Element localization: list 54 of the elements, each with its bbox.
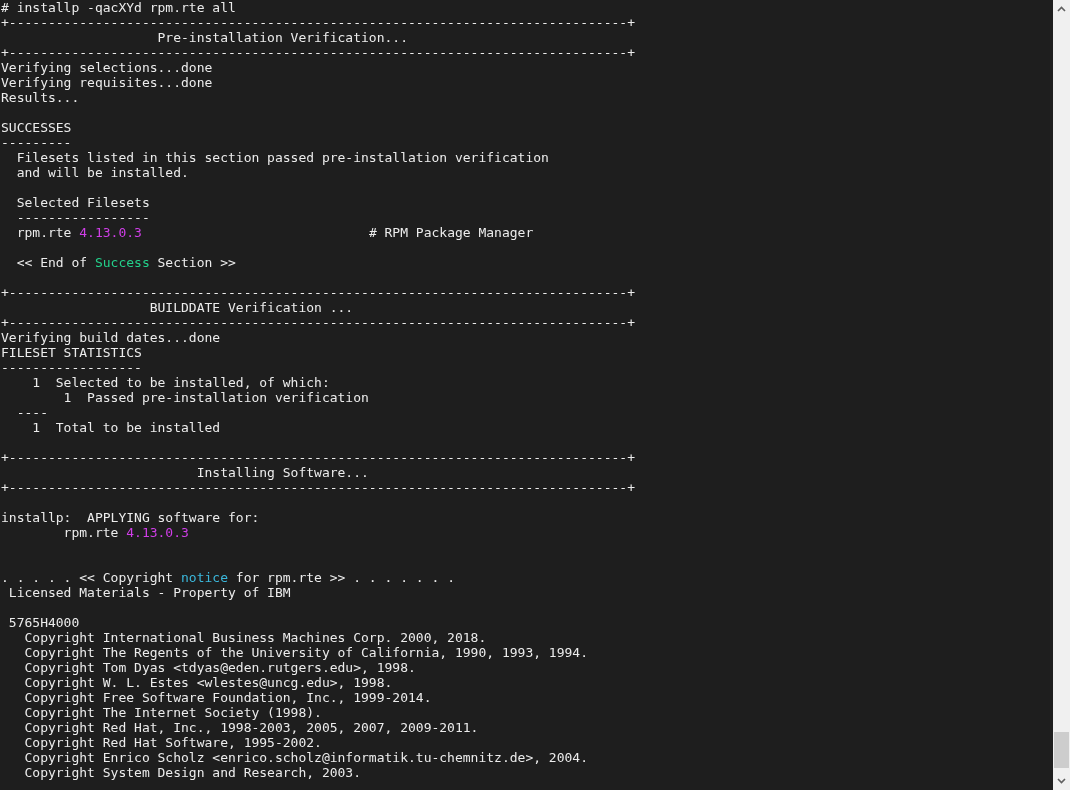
scrollbar[interactable] bbox=[1053, 0, 1070, 790]
terminal-text: +-------------------------------------------------------------------------------+ bbox=[1, 315, 635, 330]
terminal-text: Copyright Red Hat, Inc., 1998-2003, 2005, 2007, 2009-2011. bbox=[23, 720, 479, 735]
terminal-text: Copyright W. L. Estes <wlestes@uncg.edu>, 1998. bbox=[23, 675, 393, 690]
terminal-text: Verifying build dates...done bbox=[1, 330, 221, 345]
terminal-text: ---- bbox=[15, 405, 48, 420]
terminal-text: +-------------------------------------------------------------------------------+ bbox=[1, 480, 635, 495]
terminal-text: 4.13.0.3 bbox=[126, 525, 189, 540]
terminal-text: . . . . . << Copyright bbox=[1, 570, 175, 585]
terminal-text: Filesets listed in this section passed pre-installation verification bbox=[15, 150, 549, 165]
terminal-text: Selected Filesets bbox=[15, 195, 150, 210]
terminal-text: Copyright Free Software Foundation, Inc., 1999-2014. bbox=[23, 690, 432, 705]
terminal-text: # RPM Package Manager bbox=[367, 225, 534, 240]
terminal-text: +-------------------------------------------------------------------------------+ bbox=[1, 15, 635, 30]
terminal-text: 1 Selected to be installed, of which: bbox=[31, 375, 330, 390]
terminal-text: Licensed Materials - Property of IBM bbox=[7, 585, 291, 600]
scroll-down-icon[interactable] bbox=[1057, 778, 1066, 784]
terminal-text: Section >> bbox=[156, 255, 236, 270]
terminal-text: Copyright The Regents of the University of California, 1990, 1993, 1994. bbox=[23, 645, 588, 660]
terminal-text: FILESET STATISTICS bbox=[1, 345, 142, 360]
terminal-text: +-------------------------------------------------------------------------------+ bbox=[1, 450, 635, 465]
scrollbar-thumb[interactable] bbox=[1054, 732, 1069, 768]
terminal-text: SUCCESSES bbox=[1, 120, 72, 135]
terminal-text: --------- bbox=[1, 135, 72, 150]
terminal-text: 5765H4000 bbox=[7, 615, 80, 630]
terminal-text: +-------------------------------------------------------------------------------+ bbox=[1, 285, 635, 300]
terminal-text: << End of bbox=[15, 255, 89, 270]
terminal-text: Copyright Tom Dyas <tdyas@eden.rutgers.edu>, 1998. bbox=[23, 660, 416, 675]
terminal-text: Installing Software... bbox=[195, 465, 369, 480]
terminal-text: installp: APPLYING software for: bbox=[1, 510, 260, 525]
terminal-text: Pre-installation Verification... bbox=[156, 30, 408, 45]
terminal-text: # installp -qacXYd rpm.rte all bbox=[1, 0, 236, 15]
terminal-text: BUILDDATE Verification ... bbox=[148, 300, 354, 315]
terminal-text: ----------------- bbox=[15, 210, 150, 225]
terminal-text: Copyright Enrico Scholz <enrico.scholz@informatik.tu-chemnitz.de>, 2004. bbox=[23, 750, 588, 765]
terminal-text: 1 Total to be installed bbox=[31, 420, 221, 435]
terminal-text: Success bbox=[94, 255, 150, 270]
terminal-text: notice bbox=[181, 570, 228, 585]
terminal-text: ------------------ bbox=[1, 360, 142, 375]
terminal-text: rpm.rte bbox=[15, 225, 73, 240]
terminal-text: Verifying selections...done bbox=[1, 60, 213, 75]
terminal-text: 1 Passed pre-installation verification bbox=[62, 390, 369, 405]
terminal-text: Results... bbox=[1, 90, 80, 105]
terminal-text: for rpm.rte >> . . . . . . . bbox=[234, 570, 455, 585]
terminal-text: and will be installed. bbox=[15, 165, 189, 180]
terminal-text: Copyright System Design and Research, 2003. bbox=[23, 765, 362, 780]
terminal-text: Copyright International Business Machines Corp. 2000, 2018. bbox=[23, 630, 487, 645]
terminal-text: Copyright The Internet Society (1998). bbox=[23, 705, 322, 720]
terminal-text: Verifying requisites...done bbox=[1, 75, 213, 90]
terminal-text: 4.13.0.3 bbox=[79, 225, 142, 240]
terminal-text: Copyright Red Hat Software, 1995-2002. bbox=[23, 735, 322, 750]
scroll-up-icon[interactable] bbox=[1057, 6, 1066, 12]
terminal-text: rpm.rte bbox=[62, 525, 120, 540]
terminal-text: +-------------------------------------------------------------------------------+ bbox=[1, 45, 635, 60]
